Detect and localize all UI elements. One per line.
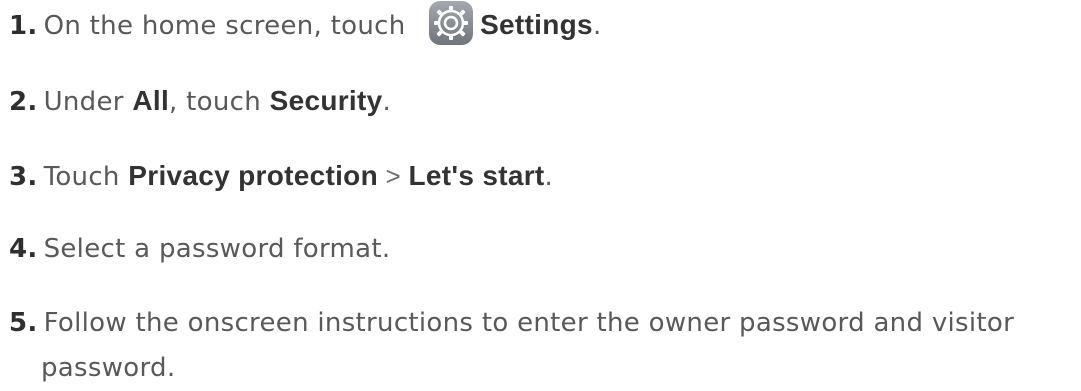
step-text-mid: , touch	[169, 87, 270, 117]
step-number: 3.	[9, 162, 38, 192]
all-label: All	[132, 85, 170, 116]
step-number: 5.	[9, 308, 38, 338]
lets-start-label: Let's start	[408, 160, 545, 191]
step-2: 2. Under All, touch Security.	[9, 78, 391, 125]
security-label: Security	[269, 85, 383, 116]
step-3: 3. Touch Privacy protection > Let's start…	[9, 153, 553, 200]
step-text: Under	[43, 87, 133, 117]
step-number: 4.	[9, 234, 38, 264]
step-5: 5. Follow the onscreen instructions to en…	[9, 301, 1014, 391]
settings-label: Settings	[480, 9, 593, 40]
privacy-protection-label: Privacy protection	[128, 160, 378, 191]
step-text: Follow the onscreen instructions to ente…	[43, 308, 1015, 338]
step-text-end: .	[382, 87, 392, 117]
step-text-end: .	[592, 11, 602, 41]
step-text-end: .	[544, 162, 554, 192]
step-1: 1. On the home screen, touch Settings.	[9, 0, 602, 49]
settings-gear-icon	[428, 0, 474, 46]
step-text: Touch	[43, 162, 129, 192]
separator: >	[377, 161, 409, 191]
step-text: Select a password format.	[43, 234, 391, 264]
step-text: On the home screen, touch	[43, 11, 415, 41]
step-4: 4. Select a password format.	[9, 227, 390, 272]
step-text-continued: password.	[41, 353, 176, 383]
instruction-steps: 1. On the home screen, touch Settings. 2…	[0, 0, 1081, 391]
step-number: 1.	[9, 11, 38, 41]
step-number: 2.	[9, 87, 38, 117]
